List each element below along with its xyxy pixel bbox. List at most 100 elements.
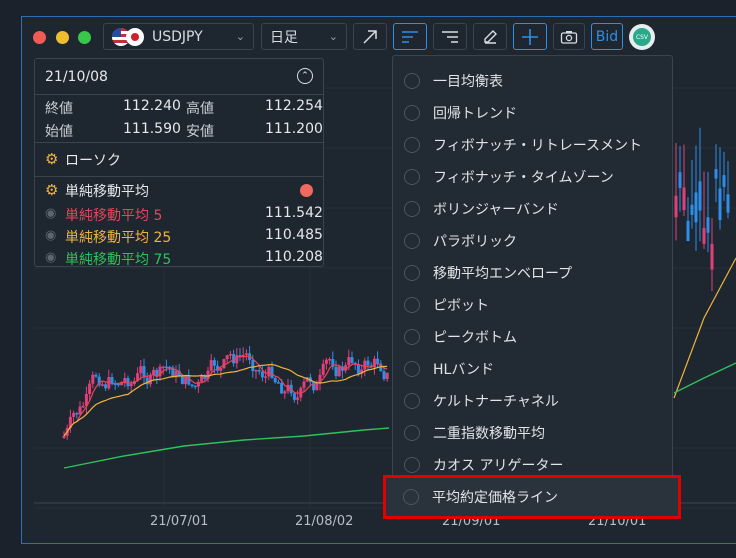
radio-button[interactable]: [404, 457, 420, 473]
chart-window: USDJPY ⌄ 日足 ⌄ Bid CSV 21/07/01 21/08/02 …: [0, 0, 736, 558]
date-tick: 21/08/02: [295, 514, 354, 529]
menu-item[interactable]: ピボット: [393, 289, 672, 321]
camera-icon: [560, 30, 578, 44]
menu-item-label: カオス アリゲーター: [433, 458, 564, 474]
candle: [190, 384, 194, 387]
radio-button[interactable]: [404, 169, 420, 185]
eye-icon[interactable]: ◉: [45, 250, 56, 265]
remove-indicator-icon[interactable]: [300, 184, 313, 197]
candle: [385, 372, 389, 380]
csv-export-button[interactable]: CSV: [629, 24, 655, 50]
candle: [726, 194, 730, 213]
gear-icon[interactable]: ⚙: [45, 150, 58, 168]
menu-item[interactable]: HLバンド: [393, 353, 672, 385]
candle: [129, 384, 133, 387]
menu-item[interactable]: 移動平均エンベロープ: [393, 257, 672, 289]
candle: [209, 360, 213, 371]
chevron-down-icon: ⌄: [328, 30, 338, 43]
menu-item-label: HLバンド: [433, 362, 495, 378]
crosshair-button[interactable]: [513, 23, 547, 50]
radio-button[interactable]: [404, 329, 420, 345]
candle: [88, 383, 92, 394]
indicator-menu-button[interactable]: [393, 23, 427, 50]
menu-item-label: ボリンジャーバンド: [433, 202, 559, 218]
lines-left-icon: [402, 30, 418, 43]
menu-item-average-execution-price-line[interactable]: 平均約定価格ライン: [386, 478, 678, 516]
maximize-window-button[interactable]: [78, 31, 91, 44]
candle: [674, 195, 678, 218]
candle-label: ローソク: [65, 153, 121, 169]
timeframe-select[interactable]: 日足 ⌄: [261, 23, 347, 50]
candle: [337, 366, 341, 377]
candle: [678, 172, 682, 188]
radio-button[interactable]: [404, 233, 420, 249]
menu-item[interactable]: ケルトナーチャネル: [393, 385, 672, 417]
candle: [228, 354, 232, 356]
candle: [686, 220, 690, 242]
close-window-button[interactable]: [33, 31, 46, 44]
radio-button[interactable]: [404, 265, 420, 281]
minimize-window-button[interactable]: [56, 31, 69, 44]
draw-tool-button[interactable]: [473, 23, 507, 50]
menu-item-label: 回帰トレンド: [433, 106, 517, 122]
collapse-panel-icon[interactable]: ⌃: [297, 68, 313, 84]
jp-flag-icon: [126, 27, 144, 46]
candle: [168, 366, 172, 369]
radio-button[interactable]: [404, 425, 420, 441]
trendline-tool-button[interactable]: [353, 23, 387, 50]
screenshot-button[interactable]: [553, 23, 585, 50]
menu-item[interactable]: ボリンジャーバンド: [393, 193, 672, 225]
gear-icon[interactable]: ⚙: [45, 181, 58, 199]
candle: [72, 412, 76, 417]
candle: [75, 412, 79, 415]
candle: [366, 360, 370, 366]
radio-button[interactable]: [404, 137, 420, 153]
candle: [718, 188, 722, 221]
symbol-select[interactable]: USDJPY ⌄: [103, 23, 254, 50]
low-value: 111.200: [265, 121, 323, 137]
candle: [91, 374, 95, 384]
open-label: 始値: [45, 124, 73, 140]
menu-item[interactable]: 一目均衡表: [393, 65, 672, 97]
menu-item[interactable]: 二重指数移動平均: [393, 417, 672, 449]
candle: [254, 370, 258, 372]
candle: [682, 187, 686, 211]
eye-icon[interactable]: ◉: [45, 228, 56, 243]
candle: [257, 370, 261, 372]
candle: [270, 366, 274, 378]
candle: [296, 397, 300, 400]
menu-item[interactable]: フィボナッチ・リトレースメント: [393, 129, 672, 161]
candle: [315, 383, 319, 391]
candle: [702, 228, 706, 244]
timeframe-label: 日足: [270, 29, 298, 46]
candle: [698, 181, 702, 211]
candle: [123, 378, 127, 383]
candle: [244, 353, 248, 355]
candle: [126, 378, 130, 387]
menu-item[interactable]: ピークボトム: [393, 321, 672, 353]
sma-25-value: 110.485: [265, 227, 323, 243]
menu-item[interactable]: フィボナッチ・タイムゾーン: [393, 161, 672, 193]
menu-item-label: パラボリック: [433, 234, 517, 250]
radio-button[interactable]: [404, 73, 420, 89]
menu-item[interactable]: パラボリック: [393, 225, 672, 257]
radio-button[interactable]: [403, 489, 419, 505]
candle: [706, 217, 710, 233]
eye-icon[interactable]: ◉: [45, 206, 56, 221]
candle: [302, 381, 306, 388]
candle: [81, 405, 85, 408]
menu-item[interactable]: 回帰トレンド: [393, 97, 672, 129]
bid-toggle-button[interactable]: Bid: [591, 23, 623, 50]
sub-indicator-button[interactable]: [433, 23, 467, 50]
pencil-icon: [484, 29, 497, 44]
radio-button[interactable]: [404, 297, 420, 313]
candle: [235, 355, 239, 364]
radio-button[interactable]: [404, 105, 420, 121]
radio-button[interactable]: [404, 361, 420, 377]
candle: [148, 374, 152, 385]
menu-item-label: 二重指数移動平均: [433, 426, 545, 442]
radio-button[interactable]: [404, 393, 420, 409]
candle: [363, 360, 367, 370]
radio-button[interactable]: [404, 201, 420, 217]
plus-icon: [522, 28, 538, 45]
